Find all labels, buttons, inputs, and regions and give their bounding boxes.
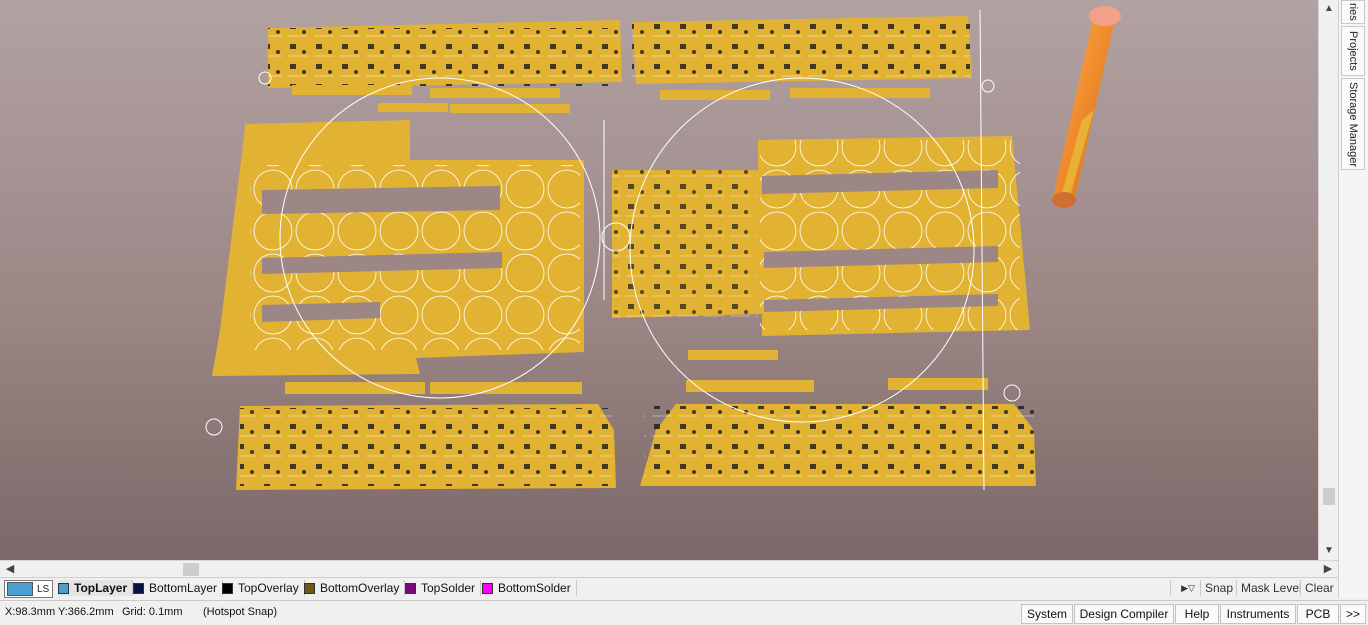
layer-tab-label: BottomLayer	[149, 581, 218, 595]
top-right-amp-board	[632, 16, 972, 84]
pcb-viewport[interactable]	[0, 0, 1318, 560]
layer-set-button[interactable]: LS	[4, 580, 53, 598]
design-compiler-panel-button[interactable]: Design Compiler	[1074, 604, 1174, 624]
layer-tab-bottomsolder[interactable]: BottomSolder	[482, 580, 577, 596]
orientation-axis-rod	[1052, 6, 1121, 208]
layer-tab-label: TopOverlay	[238, 581, 299, 595]
mask-level-button[interactable]: Mask Level	[1236, 580, 1306, 596]
pcb-panel-button[interactable]: PCB	[1297, 604, 1339, 624]
snap-button[interactable]: Snap	[1200, 580, 1237, 596]
layer-tabs-bar: LS TopLayer BottomLayer TopOverlay Botto…	[0, 577, 1338, 599]
cursor-coordinates: X:98.3mm Y:366.2mm	[5, 606, 114, 618]
more-panels-button[interactable]: >>	[1340, 604, 1366, 624]
horizontal-scroll-thumb[interactable]	[183, 563, 199, 576]
grid-size: Grid: 0.1mm	[122, 606, 183, 618]
side-tab-libraries[interactable]: ries	[1341, 0, 1365, 24]
layer-color-swatch	[304, 582, 315, 594]
connector-strips	[292, 85, 930, 113]
scroll-down-icon[interactable]: ▼	[1319, 542, 1339, 560]
layer-tab-bottomlayer[interactable]: BottomLayer	[133, 580, 224, 596]
layer-set-label: LS	[37, 583, 50, 595]
left-capacitor-board	[212, 120, 584, 376]
layer-color-swatch	[133, 582, 144, 594]
layer-set-swatch	[7, 582, 33, 596]
pcb-board-render	[205, 6, 1121, 491]
snap-mode: (Hotspot Snap)	[203, 606, 277, 618]
clear-button[interactable]: Clear	[1300, 580, 1338, 596]
layer-color-swatch	[222, 582, 233, 594]
scroll-right-icon[interactable]: ▶	[1320, 561, 1336, 578]
layer-tab-label: TopLayer	[74, 581, 128, 595]
help-panel-button[interactable]: Help	[1175, 604, 1219, 624]
instruments-panel-button[interactable]: Instruments	[1220, 604, 1296, 624]
side-tab-storage-manager[interactable]: Storage Manager	[1341, 78, 1365, 170]
side-tab-projects[interactable]: Projects	[1341, 26, 1365, 76]
horizontal-scrollbar[interactable]: ◀ ▶	[0, 560, 1338, 578]
layer-color-swatch	[58, 582, 69, 594]
layer-tab-topsolder[interactable]: TopSolder	[405, 580, 482, 596]
right-capacitor-board	[612, 136, 1030, 336]
layer-tab-label: BottomSolder	[498, 581, 571, 595]
side-panel-tabs: ries Projects Storage Manager	[1338, 0, 1368, 598]
layer-tab-label: TopSolder	[421, 581, 476, 595]
layer-color-swatch	[482, 582, 493, 594]
bottom-left-amp-board	[236, 382, 616, 490]
layer-tab-toplayer[interactable]: TopLayer	[58, 580, 134, 596]
vertical-scrollbar[interactable]: ▲ ▼	[1318, 0, 1339, 560]
scroll-up-icon[interactable]: ▲	[1319, 0, 1339, 18]
layer-tab-topoverlay[interactable]: TopOverlay	[222, 580, 305, 596]
scroll-left-icon[interactable]: ◀	[2, 561, 18, 578]
system-panel-button[interactable]: System	[1021, 604, 1073, 624]
layer-tab-bottomoverlay[interactable]: BottomOverlay	[304, 580, 406, 596]
vertical-scroll-thumb[interactable]	[1323, 488, 1335, 505]
layer-color-swatch	[405, 582, 416, 594]
layer-tab-label: BottomOverlay	[320, 581, 400, 595]
status-bar: X:98.3mm Y:366.2mm Grid: 0.1mm (Hotspot …	[0, 600, 1368, 625]
